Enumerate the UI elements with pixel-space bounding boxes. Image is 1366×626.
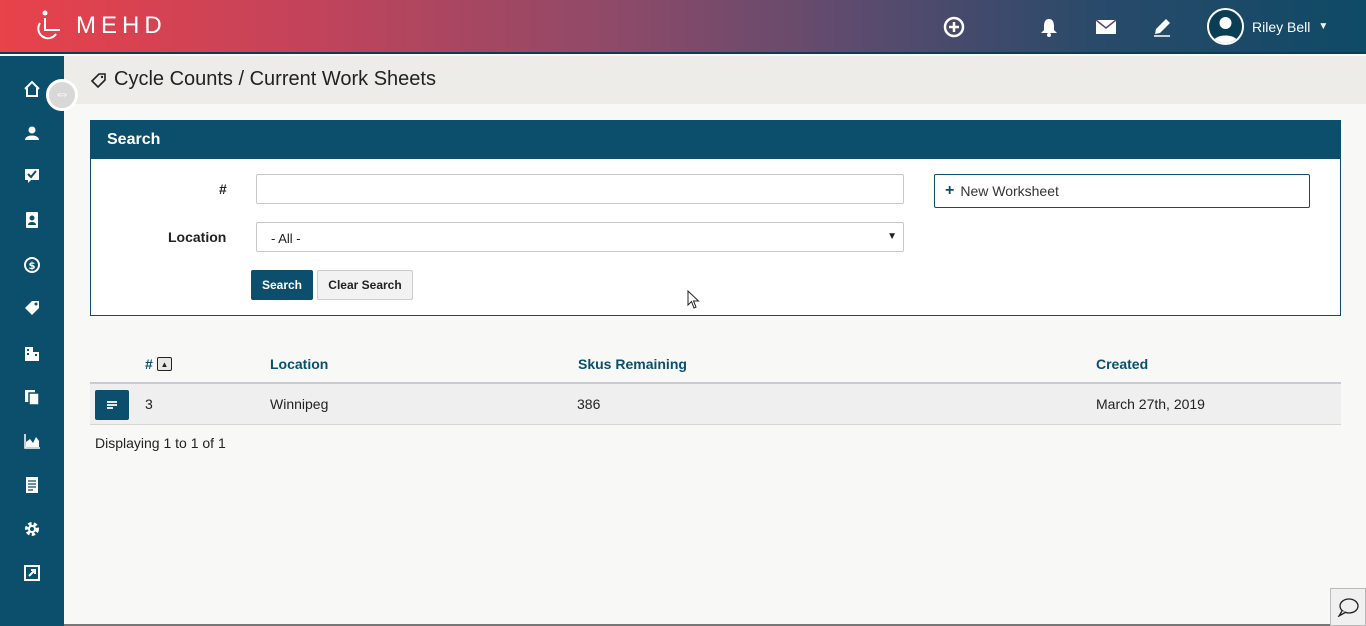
brand-name: MEHD (76, 12, 167, 39)
sidebar-item-contacts[interactable] (20, 208, 44, 232)
brand-logo[interactable]: MEHD (34, 10, 167, 42)
chat-bubble-icon (1337, 598, 1359, 617)
column-header-skus-remaining[interactable]: Skus Remaining (578, 356, 687, 372)
documents-icon (25, 390, 40, 406)
clear-search-button[interactable]: Clear Search (317, 270, 413, 300)
svg-text:$: $ (29, 261, 36, 272)
sidebar-item-users[interactable] (20, 121, 44, 145)
bell-icon[interactable] (1036, 14, 1062, 40)
sidebar-item-checklist[interactable] (20, 164, 44, 188)
new-worksheet-button[interactable]: + New Worksheet (934, 174, 1310, 208)
sidebar: $ (0, 56, 64, 626)
chat-button[interactable] (1330, 588, 1366, 626)
location-label: Location (168, 229, 227, 245)
cell-number: 3 (145, 396, 153, 412)
sidebar-item-settings[interactable] (20, 517, 44, 541)
column-header-created[interactable]: Created (1096, 356, 1148, 372)
dollar-icon: $ (24, 257, 40, 273)
chart-icon (24, 434, 40, 449)
search-panel-title: Search (91, 121, 1340, 159)
sidebar-item-chart[interactable] (20, 429, 44, 453)
sidebar-item-tags[interactable] (20, 296, 44, 320)
dropdown-arrow-icon: ▼ (887, 231, 897, 242)
logo-mark-icon (37, 10, 60, 40)
contacts-icon (26, 212, 38, 228)
gear-icon (25, 522, 39, 536)
expand-arrows-icon: ⇔ (54, 86, 70, 103)
cell-location: Winnipeg (270, 396, 329, 412)
sort-ascending-icon[interactable]: ▲ (157, 357, 172, 371)
report-icon (26, 477, 38, 493)
list-menu-icon (107, 401, 117, 409)
external-link-icon (24, 565, 40, 581)
sidebar-item-documents[interactable] (20, 385, 44, 409)
tag-icon (25, 301, 39, 315)
cell-skus-remaining: 386 (577, 396, 601, 412)
search-button[interactable]: Search (251, 270, 313, 300)
users-icon (25, 126, 39, 140)
top-navbar: MEHD Riley Bell ▼ (0, 0, 1366, 54)
page-header: Cycle Counts / Current Work Sheets (64, 56, 1366, 104)
user-name: Riley Bell (1252, 18, 1311, 35)
location-selected-value: - All - (271, 231, 301, 246)
mail-icon[interactable] (1093, 14, 1119, 40)
sidebar-item-dollar[interactable]: $ (20, 253, 44, 277)
new-worksheet-label: New Worksheet (960, 183, 1059, 199)
chevron-down-icon: ▼ (1318, 21, 1329, 32)
tag-icon (90, 72, 106, 88)
plus-icon: + (945, 182, 955, 199)
sidebar-item-report[interactable] (20, 473, 44, 497)
sidebar-toggle-button[interactable]: ⇔ (46, 79, 78, 111)
home-icon (24, 80, 40, 97)
buildings-icon (25, 347, 39, 361)
number-input[interactable] (256, 174, 904, 204)
row-menu-button[interactable] (95, 390, 129, 420)
location-select[interactable]: - All - ▼ (256, 222, 904, 252)
cell-created: March 27th, 2019 (1096, 396, 1205, 412)
mouse-pointer-icon (687, 290, 700, 309)
add-circle-icon[interactable] (941, 14, 967, 40)
avatar (1207, 8, 1244, 45)
search-panel: Search # Location - All - ▼ + New Worksh… (90, 120, 1341, 316)
pencil-icon[interactable] (1149, 14, 1175, 40)
page-title-text: Cycle Counts / Current Work Sheets (114, 68, 436, 90)
pagination-summary: Displaying 1 to 1 of 1 (95, 435, 226, 451)
column-header-number[interactable]: # (145, 356, 153, 372)
checklist-icon (25, 169, 39, 183)
user-menu[interactable]: Riley Bell ▼ (1207, 8, 1328, 45)
page-title: Cycle Counts / Current Work Sheets (90, 68, 436, 91)
table-row[interactable]: 3 Winnipeg 386 March 27th, 2019 (90, 384, 1341, 425)
sidebar-item-home[interactable] (20, 77, 44, 101)
sidebar-item-buildings[interactable] (20, 341, 44, 365)
user-icon (1213, 17, 1238, 43)
sidebar-item-external[interactable] (20, 561, 44, 585)
column-header-location[interactable]: Location (270, 356, 328, 372)
number-label: # (219, 181, 227, 197)
